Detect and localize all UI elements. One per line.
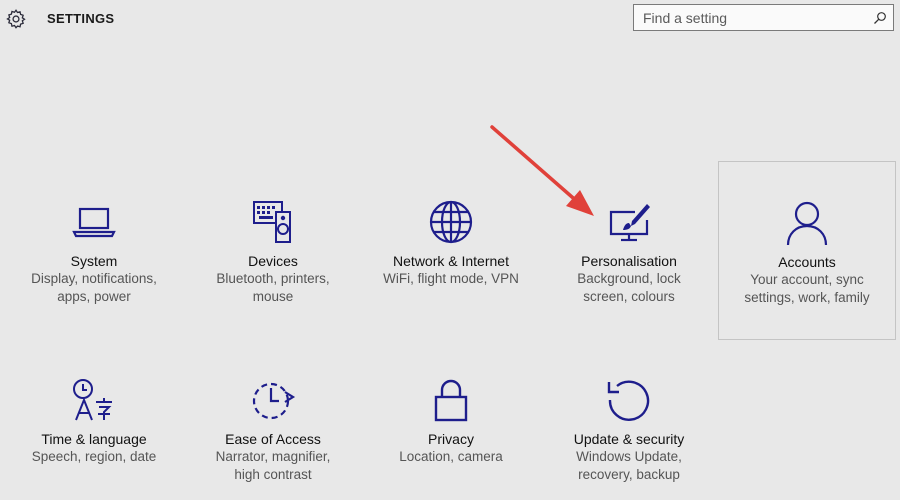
tile-label: Update & security: [573, 431, 685, 447]
page-title: SETTINGS: [47, 11, 115, 26]
tile-label: Network & Internet: [393, 253, 509, 269]
ease-of-access-icon: [252, 382, 296, 420]
update-icon: [607, 380, 650, 421]
tile-description: Bluetooth, printers,: [216, 271, 330, 286]
tile-accounts[interactable]: Accounts Your account, sync settings, wo…: [718, 161, 896, 340]
devices-icon: [253, 201, 291, 243]
tile-description: screen, colours: [583, 289, 675, 304]
laptop-icon: [72, 207, 116, 238]
tile-label: Ease of Access: [225, 431, 321, 447]
time-language-icon: [73, 379, 112, 421]
tile-time-language[interactable]: Time & language Speech, region, date: [14, 376, 174, 466]
search-box[interactable]: [633, 4, 894, 31]
tile-personalisation[interactable]: Personalisation Background, lock screen,…: [549, 198, 709, 306]
search-icon[interactable]: [873, 11, 887, 25]
tile-description: Speech, region, date: [31, 449, 157, 464]
tile-description: recovery, backup: [578, 467, 680, 482]
tile-privacy[interactable]: Privacy Location, camera: [371, 376, 531, 466]
globe-icon: [429, 200, 473, 244]
tile-description: mouse: [252, 289, 294, 304]
tile-devices[interactable]: Devices Bluetooth, printers, mouse: [193, 198, 353, 306]
tile-description: Display, notifications,: [31, 271, 157, 286]
search-input[interactable]: [634, 5, 873, 30]
tile-description: Windows Update,: [576, 449, 682, 464]
tile-ease-of-access[interactable]: Ease of Access Narrator, magnifier, high…: [193, 376, 353, 484]
tile-description: Narrator, magnifier,: [215, 449, 331, 464]
tile-label: System: [70, 253, 118, 269]
header: SETTINGS: [0, 0, 900, 40]
tile-system[interactable]: System Display, notifications, apps, pow…: [14, 198, 174, 306]
lock-icon: [434, 379, 468, 422]
tile-description: apps, power: [57, 289, 131, 304]
tile-description: high contrast: [234, 467, 312, 482]
tile-label: Devices: [248, 253, 298, 269]
tile-label: Accounts: [778, 254, 836, 270]
gear-icon[interactable]: [5, 8, 27, 30]
tile-description: Your account, sync: [750, 272, 864, 287]
tile-label: Time & language: [41, 431, 147, 447]
tile-label: Personalisation: [581, 253, 677, 269]
tile-label: Privacy: [428, 431, 474, 447]
personalisation-icon: [609, 204, 650, 242]
tile-description: WiFi, flight mode, VPN: [383, 271, 519, 286]
person-icon: [786, 201, 828, 246]
tile-description: Background, lock: [577, 271, 681, 286]
tile-update-security[interactable]: Update & security Windows Update, recove…: [549, 376, 709, 484]
tile-description: settings, work, family: [744, 290, 870, 305]
tile-description: Location, camera: [399, 449, 503, 464]
tile-network-internet[interactable]: Network & Internet WiFi, flight mode, VP…: [371, 198, 531, 288]
